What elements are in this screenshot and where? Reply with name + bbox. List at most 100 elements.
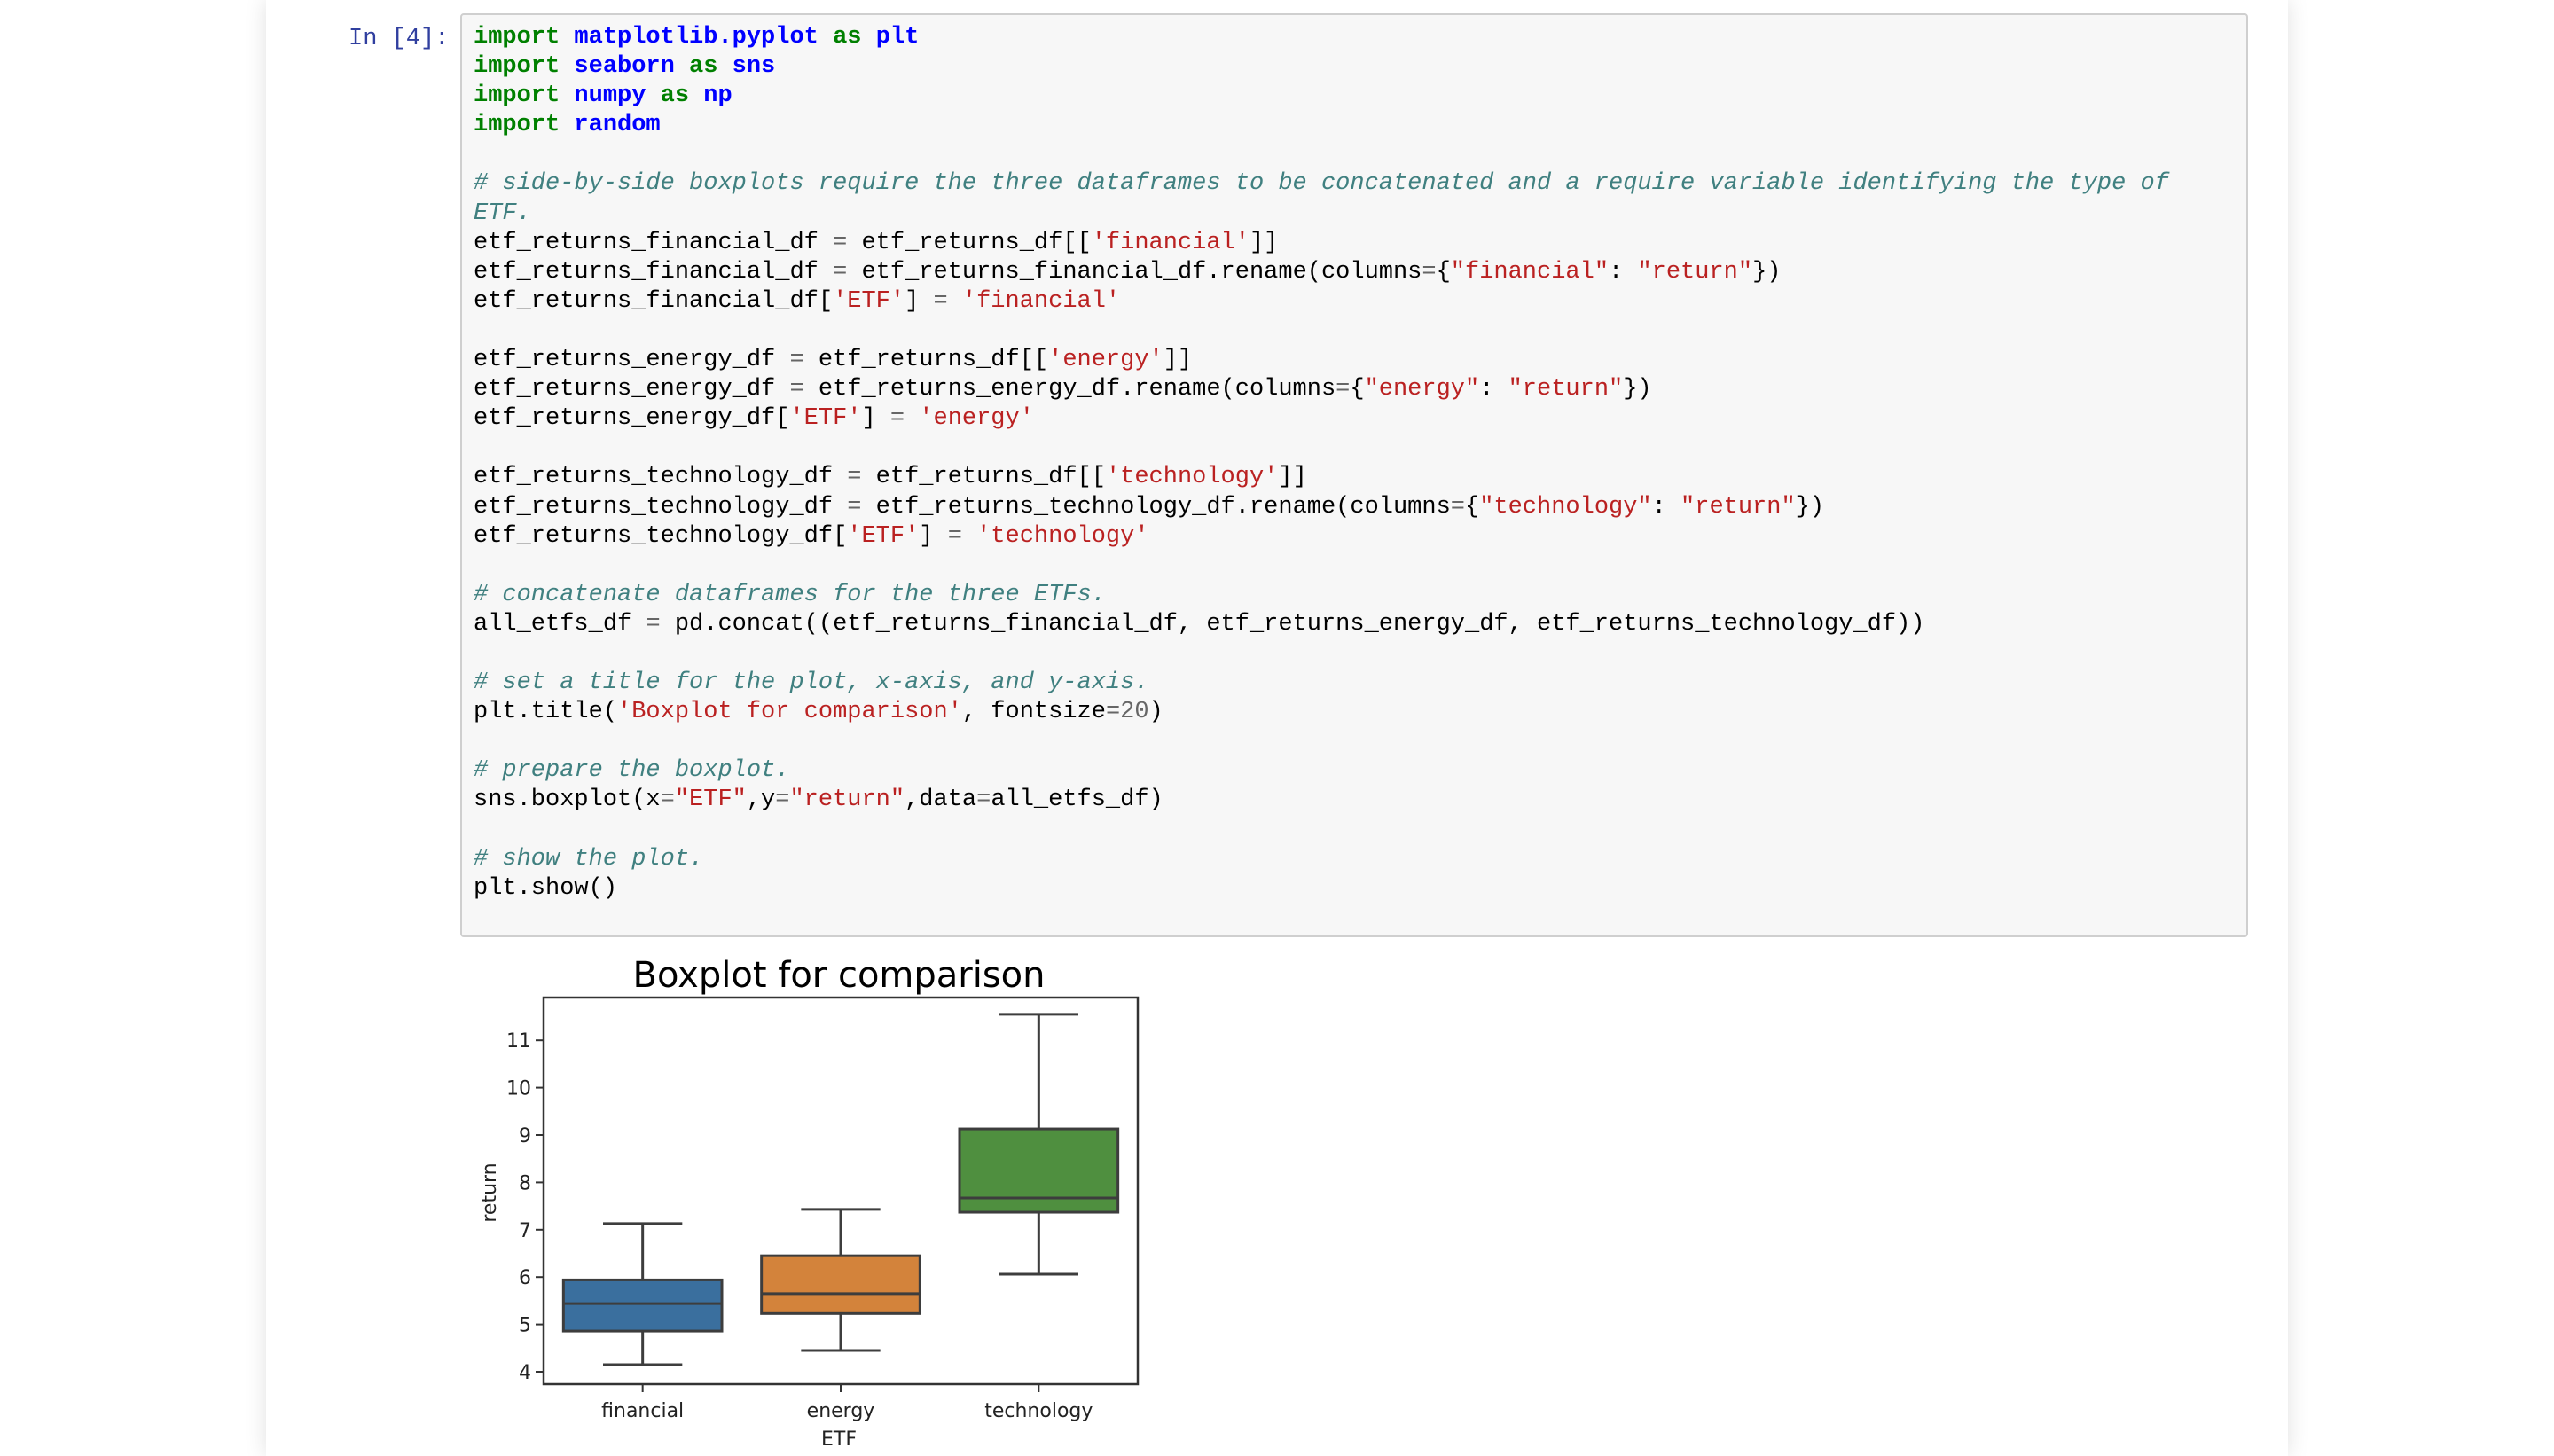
code-line: plt.show() <box>474 874 2169 904</box>
code-token: etf_returns_technology_df.rename(columns <box>861 493 1451 521</box>
code-token: = <box>833 229 848 256</box>
code-token: 'ETF' <box>789 405 862 433</box>
code-token: = <box>1105 699 1121 726</box>
code-token: 20 <box>1120 699 1149 726</box>
code-token: 'technology' <box>976 522 1149 550</box>
code-line: import random <box>474 111 2169 140</box>
code-token: }) <box>1795 493 1825 521</box>
code-token: , fontsize <box>961 699 1106 726</box>
code-line: etf_returns_financial_df = etf_returns_d… <box>474 229 2169 258</box>
code-token: ,data <box>905 787 977 814</box>
code-line: # set a title for the plot, x-axis, and … <box>474 669 2169 698</box>
code-line: import numpy as np <box>474 82 2169 111</box>
code-token: # prepare the boxplot. <box>474 757 790 785</box>
code-token: { <box>1465 493 1480 521</box>
code-token: = <box>947 522 962 550</box>
code-token: "financial" <box>1450 258 1610 286</box>
code-line: etf_returns_energy_df = etf_returns_ener… <box>474 375 2169 404</box>
code-token: 'financial' <box>961 287 1121 315</box>
code-token: "ETF" <box>674 787 747 814</box>
code-editor[interactable]: import matplotlib.pyplot as plt import se… <box>474 23 2169 904</box>
code-token: ]] <box>1163 347 1193 374</box>
code-token: seaborn <box>574 53 675 81</box>
code-token: etf_returns_df[[ <box>861 464 1106 491</box>
code-token: 'ETF' <box>847 522 920 550</box>
code-token: }) <box>1752 258 1782 286</box>
code-line: etf_returns_technology_df = etf_returns_… <box>474 463 2169 492</box>
code-token: 'energy' <box>919 405 1034 433</box>
code-line: etf_returns_technology_df = etf_returns_… <box>474 493 2169 522</box>
code-token: = <box>847 464 862 491</box>
code-token: etf_returns_energy_df.rename(columns <box>803 376 1336 403</box>
code-token: "return" <box>1508 376 1624 403</box>
code-token: ,y <box>746 787 776 814</box>
code-token: import <box>474 24 560 51</box>
code-line: etf_returns_energy_df['ETF'] = 'energy' <box>474 404 2169 434</box>
code-token: # concatenate dataframes for the three E… <box>474 581 1106 608</box>
code-line: # side-by-side boxplots require the thre… <box>474 169 2169 199</box>
code-line: etf_returns_financial_df['ETF'] = 'finan… <box>474 287 2169 317</box>
code-token: etf_returns_financial_df <box>474 229 834 256</box>
code-token: plt.title( <box>474 699 618 726</box>
code-token: = <box>889 405 905 433</box>
code-token: # side-by-side boxplots require the thre… <box>474 170 2169 198</box>
code-line: ETF. <box>474 200 2169 229</box>
code-line: all_etfs_df = pd.concat((etf_returns_fin… <box>474 610 2169 639</box>
code-token: 'energy' <box>1048 347 1163 374</box>
code-line: etf_returns_financial_df = etf_returns_f… <box>474 258 2169 287</box>
code-line: etf_returns_technology_df['ETF'] = 'tech… <box>474 522 2169 552</box>
code-token: etf_returns_technology_df <box>474 464 848 491</box>
code-token: 'technology' <box>1105 464 1279 491</box>
code-line: # prepare the boxplot. <box>474 756 2169 786</box>
code-token: : <box>1479 376 1508 403</box>
code-token: "return" <box>789 787 905 814</box>
code-token: "energy" <box>1364 376 1480 403</box>
code-token: etf_returns_energy_df[ <box>474 405 790 433</box>
code-token: all_etfs_df) <box>991 787 1163 814</box>
cell-prompt: In [4]: <box>349 26 450 52</box>
code-token: etf_returns_technology_df[ <box>474 522 848 550</box>
code-token: # show the plot. <box>474 845 704 873</box>
code-token: = <box>976 787 991 814</box>
code-token: ]] <box>1249 229 1279 256</box>
code-token: matplotlib.pyplot <box>574 24 819 51</box>
code-token: "return" <box>1680 493 1796 521</box>
code-token: etf_returns_df[[ <box>803 347 1049 374</box>
code-line: plt.title('Boxplot for comparison', font… <box>474 698 2169 727</box>
code-token: sns <box>732 53 776 81</box>
code-token: : <box>1651 493 1681 521</box>
code-token: etf_returns_energy_df <box>474 347 790 374</box>
code-token: = <box>789 347 804 374</box>
code-token: numpy <box>574 82 646 110</box>
code-token: ] <box>905 287 934 315</box>
code-line: sns.boxplot(x="ETF",y="return",data=all_… <box>474 786 2169 815</box>
code-token: etf_returns_financial_df.rename(columns <box>847 258 1422 286</box>
code-token: etf_returns_financial_df <box>474 258 834 286</box>
code-token: = <box>646 610 661 638</box>
code-token: import <box>474 53 560 81</box>
code-line: # show the plot. <box>474 845 2169 874</box>
code-token: 'Boxplot for comparison' <box>617 699 962 726</box>
code-token: = <box>1422 258 1437 286</box>
code-token: plt <box>875 24 920 51</box>
code-token: as <box>833 24 862 51</box>
code-token: etf_returns_technology_df <box>474 493 848 521</box>
code-token: 'ETF' <box>833 287 905 315</box>
code-token: = <box>1336 376 1351 403</box>
code-line: etf_returns_energy_df = etf_returns_df[[… <box>474 346 2169 375</box>
